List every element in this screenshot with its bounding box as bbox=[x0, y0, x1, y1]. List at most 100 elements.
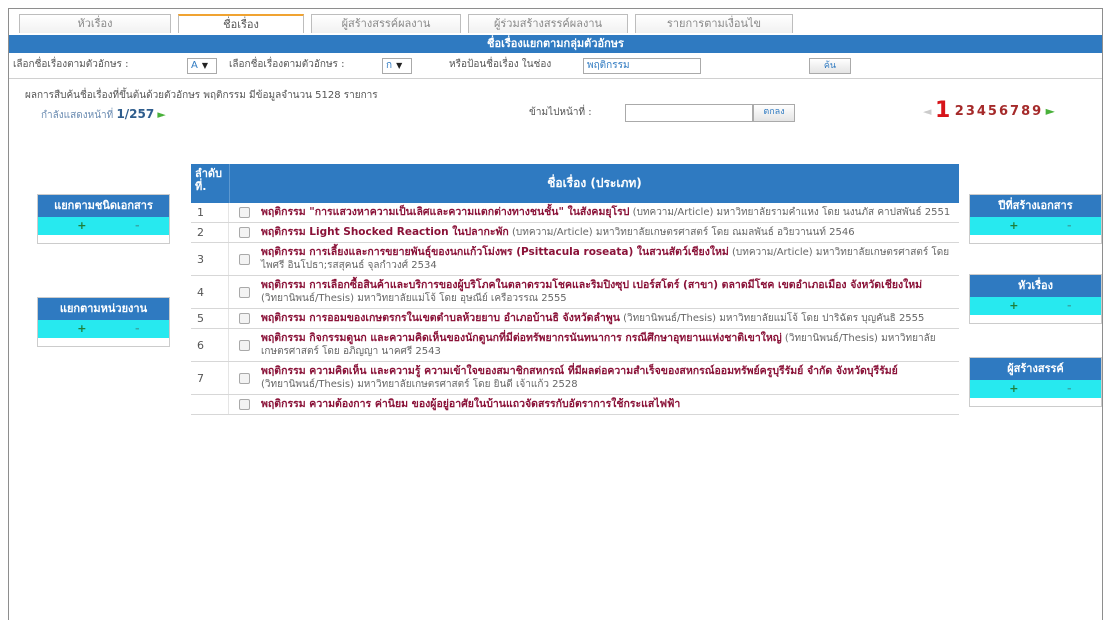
row-content: พฤติกรรม "การแสวงหาความเป็นเลิศและความแต… bbox=[259, 203, 959, 222]
select-checkbox[interactable] bbox=[238, 227, 250, 238]
row-content: พฤติกรรม ความต้องการ ค่านิยม ของผู้อยู่อ… bbox=[259, 395, 959, 414]
expand-button[interactable]: + bbox=[1009, 299, 1018, 312]
page-link[interactable]: 6 bbox=[999, 104, 1008, 119]
tab-contributor[interactable]: ผู้ร่วมสร้างสรรค์ผลงาน bbox=[468, 14, 628, 33]
collapse-button[interactable]: - bbox=[1067, 219, 1072, 232]
expand-button[interactable]: + bbox=[77, 322, 86, 335]
panel-document-type: แยกตามชนิดเอกสาร + - bbox=[37, 194, 170, 244]
record-detail: (บทความ/Article) มหาวิทยาลัยเกษตรศาสตร์ … bbox=[508, 227, 855, 238]
expand-button[interactable]: + bbox=[77, 219, 86, 232]
record-title-link[interactable]: พฤติกรรม การเลือกซื้อสินค้าและบริการของผ… bbox=[261, 279, 922, 291]
title-search-input[interactable]: พฤติกรรม bbox=[583, 58, 701, 74]
thai-letter-select[interactable]: ก ▼ bbox=[382, 58, 412, 74]
page-number-input[interactable] bbox=[625, 104, 753, 122]
browser-content: หัวเรื่อง ชื่อเรื่อง ผู้สร้างสรรค์ผลงาน … bbox=[8, 8, 1103, 620]
record-title-link[interactable]: พฤติกรรม ความคิดเห็น และความรู้ ความเข้า… bbox=[261, 365, 898, 377]
jump-to-page: ข้ามไปหน้าที่ : ตกลง bbox=[529, 104, 795, 122]
select-checkbox[interactable] bbox=[238, 207, 250, 218]
page-link[interactable]: 9 bbox=[1032, 104, 1041, 119]
panel-creator: ผู้สร้างสรรค์ + - bbox=[969, 357, 1102, 407]
table-row: พฤติกรรม ความต้องการ ค่านิยม ของผู้อยู่อ… bbox=[191, 395, 959, 415]
select-checkbox[interactable] bbox=[238, 399, 250, 410]
row-number: 3 bbox=[191, 243, 229, 275]
chevron-down-icon: ▼ bbox=[201, 61, 208, 70]
page-link[interactable]: 3 bbox=[966, 104, 975, 119]
panel-title: แยกตามชนิดเอกสาร bbox=[38, 195, 169, 217]
page-title: ชื่อเรื่องแยกตามกลุ่มตัวอักษร bbox=[9, 35, 1102, 53]
expand-button[interactable]: + bbox=[1009, 382, 1018, 395]
panel-title: หัวเรื่อง bbox=[970, 275, 1101, 297]
row-number: 7 bbox=[191, 362, 229, 394]
table-row: 1 พฤติกรรม "การแสวงหาความเป็นเลิศและความแ… bbox=[191, 203, 959, 223]
search-button[interactable]: ค้น bbox=[809, 58, 851, 74]
table-row: 5 พฤติกรรม การออมของเกษตรกรในเขตตำบลห้วยย… bbox=[191, 309, 959, 329]
column-header-number: ลำดับที่. bbox=[195, 167, 223, 193]
row-number: 6 bbox=[191, 329, 229, 361]
table-row: 7 พฤติกรรม ความคิดเห็น และความรู้ ความเข้… bbox=[191, 362, 959, 395]
record-detail: (วิทยานิพนธ์/Thesis) มหาวิทยาลัยแม่โจ้ โ… bbox=[619, 313, 925, 324]
select-checkbox[interactable] bbox=[238, 253, 250, 265]
record-detail: (วิทยานิพนธ์/Thesis) มหาวิทยาลัยเกษตรศาส… bbox=[261, 379, 578, 390]
collapse-button[interactable]: - bbox=[1067, 299, 1072, 312]
row-number: 2 bbox=[191, 223, 229, 242]
tab-title[interactable]: ชื่อเรื่อง bbox=[178, 14, 304, 33]
column-header-title: ชื่อเรื่อง (ประเภท) bbox=[229, 164, 959, 203]
select-checkbox[interactable] bbox=[238, 372, 250, 384]
panel-title: แยกตามหน่วยงาน bbox=[38, 298, 169, 320]
tab-subject[interactable]: หัวเรื่อง bbox=[19, 14, 171, 33]
table-header: ลำดับที่. ชื่อเรื่อง (ประเภท) bbox=[191, 164, 959, 203]
filter-bar: เลือกชื่อเรื่องตามตัวอักษร : A ▼ เลือกชื่… bbox=[9, 55, 1102, 75]
select-checkbox[interactable] bbox=[238, 313, 250, 324]
panel-subject: หัวเรื่อง + - bbox=[969, 274, 1102, 324]
filter-label-thai: เลือกชื่อเรื่องตามตัวอักษร : bbox=[229, 59, 345, 70]
current-page: 1 bbox=[934, 98, 951, 123]
panel-year-created: ปีที่สร้างเอกสาร + - bbox=[969, 194, 1102, 244]
chevron-down-icon: ▼ bbox=[396, 61, 403, 70]
record-title-link[interactable]: พฤติกรรม Light Shocked Reaction ในปลากะพ… bbox=[261, 226, 509, 238]
record-title-link[interactable]: พฤติกรรม ความต้องการ ค่านิยม ของผู้อยู่อ… bbox=[261, 398, 680, 410]
record-title-link[interactable]: พฤติกรรม กิจกรรมดูนก และความคิดเห็นของนั… bbox=[261, 332, 782, 344]
latin-letter-select[interactable]: A ▼ bbox=[187, 58, 217, 74]
next-page-icon[interactable]: ► bbox=[1046, 104, 1055, 118]
page-link[interactable]: 7 bbox=[1010, 104, 1019, 119]
panel-department: แยกตามหน่วยงาน + - bbox=[37, 297, 170, 347]
record-detail: (วิทยานิพนธ์/Thesis) มหาวิทยาลัยแม่โจ้ โ… bbox=[261, 293, 567, 304]
record-detail: (บทความ/Article) มหาวิทยาลัยรามคำแหง โดย… bbox=[629, 207, 951, 218]
pagination: ◄ 1 23456789 ► bbox=[923, 98, 1055, 123]
row-content: พฤติกรรม การเลี้ยงและการขยายพันธุ์ของนกแ… bbox=[259, 243, 959, 275]
table-row: 2 พฤติกรรม Light Shocked Reaction ในปลากะ… bbox=[191, 223, 959, 243]
panel-title: ปีที่สร้างเอกสาร bbox=[970, 195, 1101, 217]
result-summary: ผลการสืบค้นชื่อเรื่องที่ขึ้นต้นด้วยตัวอั… bbox=[25, 90, 378, 101]
row-content: พฤติกรรม ความคิดเห็น และความรู้ ความเข้า… bbox=[259, 362, 959, 394]
table-row: 3 พฤติกรรม การเลี้ยงและการขยายพันธุ์ของนก… bbox=[191, 243, 959, 276]
record-title-link[interactable]: พฤติกรรม การเลี้ยงและการขยายพันธุ์ของนกแ… bbox=[261, 246, 729, 258]
row-number bbox=[191, 395, 229, 414]
collapse-button[interactable]: - bbox=[135, 219, 140, 232]
collapse-button[interactable]: - bbox=[135, 322, 140, 335]
tab-creator[interactable]: ผู้สร้างสรรค์ผลงาน bbox=[311, 14, 461, 33]
panel-title: ผู้สร้างสรรค์ bbox=[970, 358, 1101, 380]
collapse-button[interactable]: - bbox=[1067, 382, 1072, 395]
divider bbox=[9, 78, 1102, 79]
page-link[interactable]: 2 bbox=[955, 104, 964, 119]
table-row: 4 พฤติกรรม การเลือกซื้อสินค้าและบริการของ… bbox=[191, 276, 959, 309]
row-content: พฤติกรรม การเลือกซื้อสินค้าและบริการของผ… bbox=[259, 276, 959, 308]
page-link[interactable]: 8 bbox=[1021, 104, 1030, 119]
expand-button[interactable]: + bbox=[1009, 219, 1018, 232]
select-checkbox[interactable] bbox=[238, 286, 250, 298]
page-link[interactable]: 4 bbox=[977, 104, 986, 119]
page-link[interactable]: 5 bbox=[988, 104, 997, 119]
tab-conditional-list[interactable]: รายการตามเงื่อนไข bbox=[635, 14, 793, 33]
row-number: 1 bbox=[191, 203, 229, 222]
results-table: ลำดับที่. ชื่อเรื่อง (ประเภท) 1 พฤติกรรม … bbox=[191, 164, 959, 415]
row-content: พฤติกรรม การออมของเกษตรกรในเขตตำบลห้วยยา… bbox=[259, 309, 959, 328]
record-title-link[interactable]: พฤติกรรม การออมของเกษตรกรในเขตตำบลห้วยยา… bbox=[261, 312, 620, 324]
prev-page-icon[interactable]: ◄ bbox=[923, 105, 931, 118]
filter-label-latin: เลือกชื่อเรื่องตามตัวอักษร : bbox=[13, 59, 129, 70]
record-title-link[interactable]: พฤติกรรม "การแสวงหาความเป็นเลิศและความแต… bbox=[261, 206, 629, 218]
table-row: 6 พฤติกรรม กิจกรรมดูนก และความคิดเห็นของน… bbox=[191, 329, 959, 362]
select-checkbox[interactable] bbox=[238, 339, 250, 351]
jump-ok-button[interactable]: ตกลง bbox=[753, 104, 795, 122]
row-number: 5 bbox=[191, 309, 229, 328]
row-content: พฤติกรรม Light Shocked Reaction ในปลากะพ… bbox=[259, 223, 959, 242]
